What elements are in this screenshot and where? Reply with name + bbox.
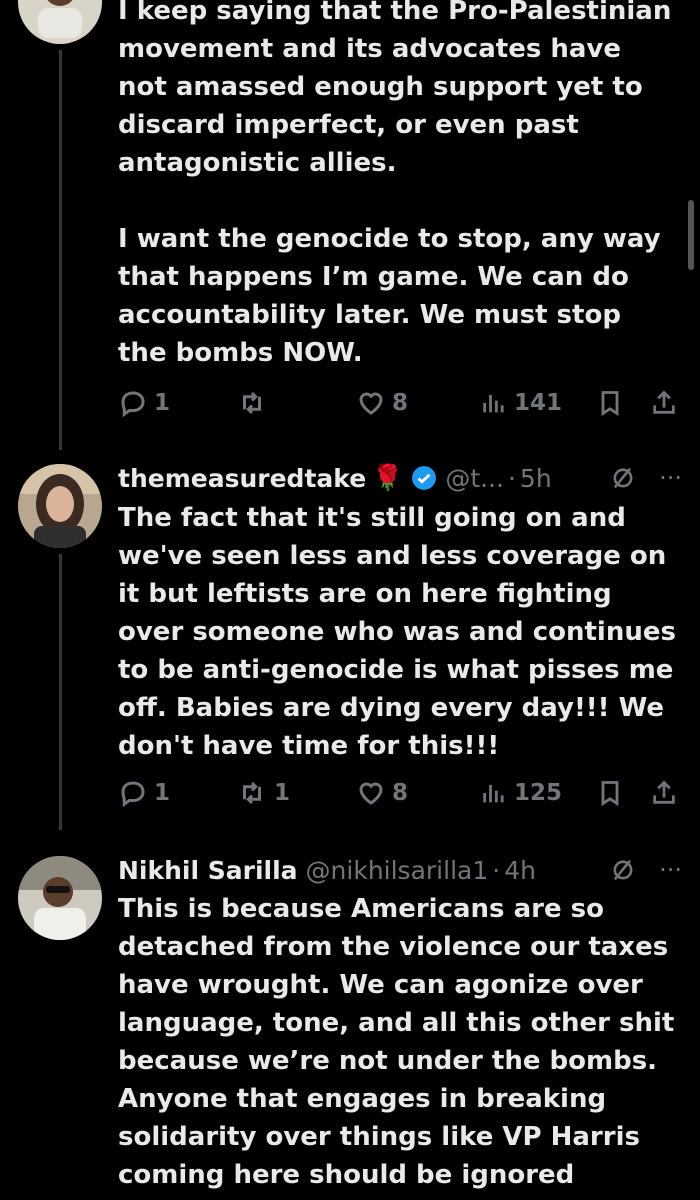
grok-icon[interactable] bbox=[609, 464, 637, 492]
avatar-photo bbox=[18, 464, 102, 548]
tweet-text: I keep saying that the Pro-Palestinian m… bbox=[118, 0, 672, 368]
thread-line bbox=[59, 554, 62, 830]
tweet-text: The fact that it's still going on and we… bbox=[118, 503, 686, 761]
verified-badge-icon bbox=[411, 465, 437, 491]
tweet-actions: 1 1 8 125 bbox=[118, 775, 683, 811]
bookmark-icon bbox=[601, 391, 619, 417]
tweet-2[interactable]: themeasuredtake 🌹 @t... · 5h ··· The fac… bbox=[0, 450, 700, 830]
views-button[interactable]: 125 bbox=[480, 778, 562, 808]
tweet-1[interactable]: I keep saying that the Pro-Palestinian m… bbox=[0, 0, 700, 450]
tweet-header: themeasuredtake 🌹 @t... · 5h ··· bbox=[118, 458, 682, 498]
separator: · bbox=[492, 855, 501, 885]
avatar[interactable] bbox=[18, 464, 102, 548]
avatar-photo bbox=[18, 856, 102, 940]
reply-count: 1 bbox=[154, 390, 171, 416]
scrollbar[interactable] bbox=[688, 200, 694, 270]
display-name[interactable]: themeasuredtake bbox=[118, 464, 366, 493]
tweet-actions: 1 8 141 bbox=[118, 385, 683, 421]
retweet-icon bbox=[243, 391, 261, 415]
reply-button[interactable]: 1 bbox=[118, 778, 170, 808]
like-count: 8 bbox=[392, 390, 409, 416]
heart-icon bbox=[359, 392, 383, 415]
thread-line bbox=[59, 50, 62, 450]
reply-icon bbox=[121, 391, 145, 418]
like-button[interactable]: 8 bbox=[356, 778, 408, 808]
retweet-icon bbox=[243, 781, 261, 805]
avatar[interactable] bbox=[18, 0, 102, 44]
handle[interactable]: @t... bbox=[445, 464, 504, 493]
avatar-photo bbox=[18, 0, 102, 44]
display-name[interactable]: Nikhil Sarilla bbox=[118, 856, 298, 885]
share-button[interactable] bbox=[650, 388, 678, 418]
handle[interactable]: @nikhilsarilla1 bbox=[306, 856, 489, 885]
more-options-icon[interactable]: ··· bbox=[659, 856, 682, 884]
bookmark-icon bbox=[601, 781, 619, 807]
tweet-text: This is because Americans are so detache… bbox=[118, 894, 684, 1190]
avatar[interactable] bbox=[18, 856, 102, 940]
retweet-button[interactable]: 1 bbox=[236, 778, 290, 808]
reply-button[interactable]: 1 bbox=[118, 388, 170, 418]
views-count: 125 bbox=[514, 780, 563, 806]
reply-count: 1 bbox=[154, 780, 171, 806]
tweet-header: Nikhil Sarilla @nikhilsarilla1 · 4h ··· bbox=[118, 850, 682, 890]
share-button[interactable] bbox=[650, 778, 678, 808]
share-icon bbox=[653, 390, 675, 414]
grok-icon[interactable] bbox=[609, 856, 637, 884]
views-icon bbox=[483, 394, 504, 413]
share-icon bbox=[653, 780, 675, 804]
separator: · bbox=[507, 463, 516, 493]
reply-icon bbox=[121, 781, 145, 808]
more-options-icon[interactable]: ··· bbox=[659, 464, 682, 492]
timestamp[interactable]: 5h bbox=[520, 464, 552, 493]
like-button[interactable]: 8 bbox=[356, 388, 408, 418]
rose-emoji: 🌹 bbox=[372, 463, 404, 492]
tweet-3[interactable]: Nikhil Sarilla @nikhilsarilla1 · 4h ··· … bbox=[0, 830, 700, 1200]
retweet-button[interactable] bbox=[236, 388, 274, 418]
bookmark-button[interactable] bbox=[596, 778, 624, 808]
views-count: 141 bbox=[514, 390, 563, 416]
retweet-count: 1 bbox=[274, 780, 291, 806]
views-icon bbox=[483, 784, 504, 803]
timestamp[interactable]: 4h bbox=[504, 856, 536, 885]
views-button[interactable]: 141 bbox=[480, 388, 562, 418]
bookmark-button[interactable] bbox=[596, 388, 624, 418]
like-count: 8 bbox=[392, 780, 409, 806]
heart-icon bbox=[359, 782, 383, 805]
